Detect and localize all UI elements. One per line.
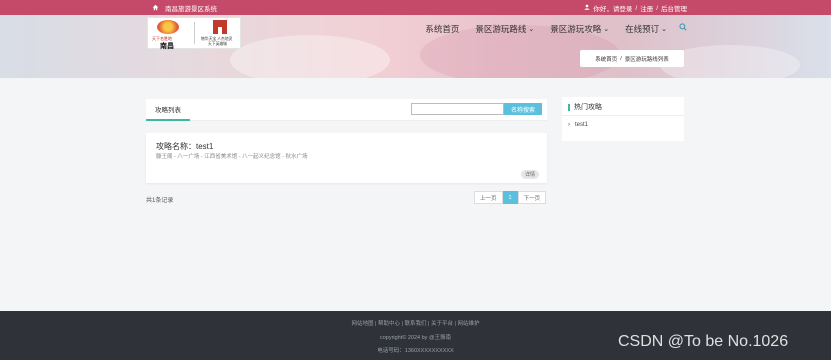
nav-label: 在线预订: [625, 24, 660, 34]
top-bar: 南昌旅游景区系统 你好，请登录 / 注册 / 后台管理: [0, 0, 831, 15]
breadcrumb: 系统首页 / 景区游玩路线列表: [580, 50, 684, 67]
logo-hero-city: 物华天宝 人杰地灵 天下英雄城: [197, 18, 240, 48]
nav-booking[interactable]: 在线预订 ⌄: [617, 23, 675, 35]
nav-routes[interactable]: 景区游玩路线 ⌄: [467, 23, 542, 35]
tab-guide-list[interactable]: 攻略列表: [146, 99, 190, 121]
main-nav: 系统首页 景区游玩路线 ⌄ 景区游玩攻略 ⌄ 在线预订 ⌄: [417, 23, 687, 35]
admin-link[interactable]: 后台管理: [661, 3, 687, 13]
top-bar-separator: /: [635, 4, 638, 12]
breadcrumb-current: 景区游玩路线列表: [624, 56, 669, 63]
list-item[interactable]: 攻略名称：test1 滕王阁 - 八一广场 - 江西省美术馆 - 八一起义纪念馆…: [146, 133, 547, 183]
search-icon[interactable]: [675, 23, 687, 35]
chevron-down-icon: ⌄: [603, 26, 610, 33]
footer-link-maintenance[interactable]: 网站维护: [458, 321, 480, 327]
footer-separator: |: [428, 321, 430, 327]
name-search-button[interactable]: 名称搜索: [504, 103, 542, 115]
nav-label: 景区游玩路线: [475, 24, 527, 34]
site-logo[interactable]: 天下名胜地 南昌 物华天宝 人杰地灵 天下英雄城: [147, 17, 241, 50]
chevron-right-icon: ›: [568, 122, 570, 128]
logo-nanchang: 天下名胜地 南昌: [148, 18, 192, 50]
page-number[interactable]: 1: [502, 191, 518, 204]
pagination: 上一页 1 下一页: [474, 191, 547, 204]
register-link[interactable]: 注册: [640, 3, 653, 13]
search-input[interactable]: [411, 103, 504, 115]
panel-title: 热门攻略: [574, 104, 602, 111]
logo-tagline-2: 天下英雄城: [208, 42, 227, 46]
home-icon: [152, 4, 159, 13]
footer-link-about[interactable]: 关于平台: [431, 321, 453, 327]
login-link[interactable]: 你好，请登录: [593, 3, 632, 13]
watermark: CSDN @To be No.1026: [618, 333, 789, 350]
guide-route: 滕王阁 - 八一广场 - 江西省美术馆 - 八一起义纪念馆 - 秋水广场: [156, 154, 308, 160]
hot-guide-label: test1: [575, 122, 589, 128]
header-accent-bar: [568, 103, 570, 111]
next-page-button[interactable]: 下一页: [517, 191, 547, 204]
banner-decoration: [230, 35, 390, 78]
nav-label: 景区游玩攻略: [550, 24, 602, 34]
hero-banner: [0, 15, 831, 78]
footer-link-help[interactable]: 帮助中心: [378, 321, 400, 327]
top-bar-account: 你好，请登录 / 注册 / 后台管理: [584, 3, 687, 13]
nav-home[interactable]: 系统首页: [417, 23, 467, 35]
site-name: 南昌旅游景区系统: [165, 6, 217, 13]
footer-link-contact[interactable]: 联系我们: [404, 321, 426, 327]
breadcrumb-home[interactable]: 系统首页: [595, 55, 617, 63]
footer-separator: |: [401, 321, 403, 327]
hot-guide-item[interactable]: › test1: [568, 122, 588, 128]
total-count: 共1条记录: [146, 198, 174, 204]
chevron-down-icon: ⌄: [661, 26, 667, 33]
gate-icon: [213, 20, 227, 34]
nav-guides[interactable]: 景区游玩攻略 ⌄: [542, 23, 617, 35]
logo-city: 南昌: [160, 43, 174, 50]
top-bar-home[interactable]: 南昌旅游景区系统: [152, 3, 217, 13]
footer-link-sitemap[interactable]: 网站地图: [351, 321, 373, 327]
divider: [562, 115, 684, 116]
detail-button[interactable]: 详情: [520, 170, 539, 179]
footer-links: 网站地图 | 帮助中心 | 联系我们 | 关于平台 | 网站维护: [0, 319, 831, 327]
footer-separator: |: [454, 321, 456, 327]
breadcrumb-separator: /: [620, 55, 622, 62]
hot-guides-panel: 热门攻略 › test1: [562, 97, 684, 141]
top-bar-separator: /: [656, 4, 658, 12]
user-icon: [584, 4, 590, 12]
logo-divider: [194, 22, 195, 44]
guide-title: 攻略名称：test1: [156, 142, 214, 151]
footer-separator: |: [375, 321, 377, 327]
chevron-down-icon: ⌄: [528, 26, 535, 33]
nav-label: 系统首页: [425, 24, 460, 34]
list-toolbar: 攻略列表 名称搜索: [146, 99, 547, 121]
prev-page-button[interactable]: 上一页: [474, 191, 503, 204]
logo-sun-icon: [157, 20, 179, 34]
panel-header: 热门攻略: [568, 102, 602, 112]
